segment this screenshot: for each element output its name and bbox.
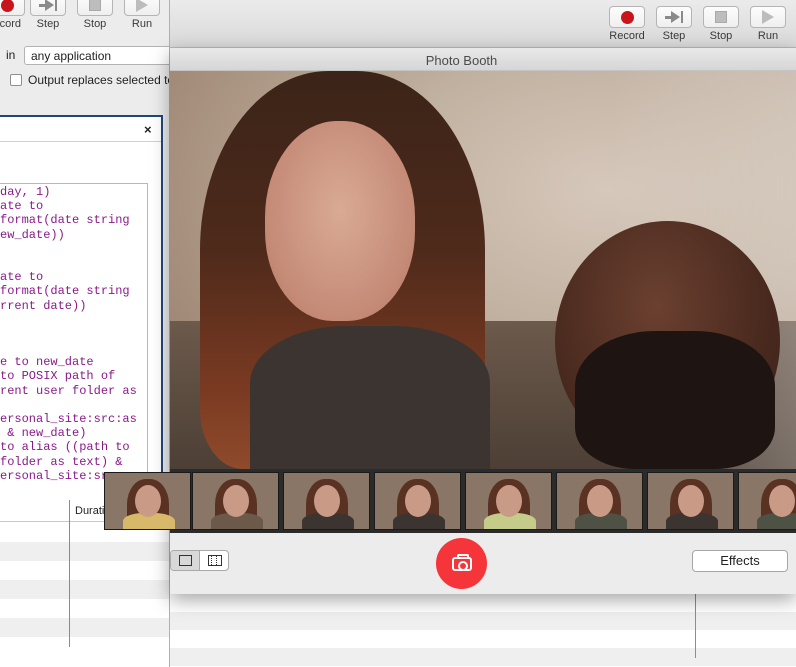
code-line: day, 1) <box>0 185 51 199</box>
bg-run-button[interactable] <box>750 6 786 28</box>
photo-thumbnail[interactable] <box>556 472 643 530</box>
table-row <box>0 618 169 637</box>
title-bar[interactable]: Photo Booth <box>170 48 796 71</box>
photo-thumbnail[interactable] <box>192 472 279 530</box>
target-prefix: in <box>6 48 16 62</box>
step-button[interactable] <box>30 0 66 16</box>
background-log-table <box>170 594 796 667</box>
person-sweater <box>250 326 490 469</box>
thumbnail-face <box>314 485 340 517</box>
script-editor-window: Record Step Stop Run in any application … <box>0 0 170 667</box>
person-face <box>265 121 415 321</box>
view-mode-toggle <box>170 550 229 571</box>
code-line: e to new_date <box>0 355 94 370</box>
bg-stop-button[interactable] <box>703 6 739 28</box>
target-application-select[interactable]: any application <box>24 46 169 65</box>
second-person-beard <box>575 331 775 469</box>
effects-button[interactable]: Effects <box>692 550 788 572</box>
single-view-icon <box>178 555 192 566</box>
column-divider[interactable] <box>69 500 70 647</box>
target-application-row: in any application <box>0 44 169 66</box>
take-photo-button[interactable] <box>436 538 487 589</box>
stop-icon <box>89 0 101 11</box>
script-document-panel: × day, 1) ate to format(date string ew_date… <box>0 115 163 509</box>
output-replaces-label: Output replaces selected text <box>28 73 170 87</box>
camera-icon <box>451 553 472 571</box>
code-line: ersonal_site:src:as <box>0 412 137 426</box>
bg-step-button[interactable] <box>656 6 692 28</box>
code-line: format(date string <box>0 213 130 228</box>
record-icon <box>0 0 14 12</box>
photo-booth-controls: Effects <box>170 533 796 594</box>
code-line: & new_date) <box>0 426 87 441</box>
run-button[interactable] <box>124 0 160 16</box>
thumbnail-face <box>587 485 613 517</box>
filmstrip-icon <box>207 555 222 566</box>
column-divider[interactable] <box>695 594 696 658</box>
code-line: folder as text) & <box>0 454 123 469</box>
photo-thumbnail[interactable] <box>738 472 796 530</box>
table-row <box>170 648 796 666</box>
run-label: Run <box>131 18 153 30</box>
thumbnail-face <box>223 485 249 517</box>
photo-thumbnail[interactable] <box>647 472 734 530</box>
strip-view-button[interactable] <box>200 551 228 570</box>
record-icon <box>620 10 634 24</box>
code-line: format(date string <box>0 284 130 299</box>
single-view-button[interactable] <box>171 551 200 570</box>
camera-preview <box>170 71 796 469</box>
script-code-area[interactable]: day, 1) ate to format(date string ew_date))… <box>0 183 148 509</box>
code-line: rrent date)) <box>0 298 87 313</box>
window-title: Photo Booth <box>425 53 498 68</box>
output-option-row: Output replaces selected text <box>10 73 170 89</box>
run-icon <box>136 0 148 12</box>
divider <box>0 141 161 142</box>
record-button[interactable] <box>0 0 25 16</box>
photo-thumbnail[interactable] <box>283 472 370 530</box>
thumbnail-face <box>405 485 431 517</box>
step-icon <box>665 11 683 23</box>
code-line: ew_date)) <box>0 227 65 242</box>
bg-record-button[interactable] <box>609 6 645 28</box>
run-icon <box>762 10 774 24</box>
code-line: ate to <box>0 199 44 214</box>
stop-button[interactable] <box>77 0 113 16</box>
stop-icon <box>715 11 727 23</box>
thumbnail-face <box>769 485 795 517</box>
photo-booth-window: Photo Booth Effects <box>104 48 796 594</box>
thumbnail-face <box>135 485 161 517</box>
code-line: rent user folder as <box>0 383 137 398</box>
code-line: to POSIX path of <box>0 369 116 384</box>
thumbnail-face <box>496 485 522 517</box>
thumbnail-face <box>678 485 704 517</box>
photo-thumbnail[interactable] <box>465 472 552 530</box>
step-icon <box>39 0 57 11</box>
close-icon[interactable]: × <box>144 122 152 137</box>
script-toolbar: Record Step Stop Run <box>0 0 169 40</box>
table-row <box>0 580 169 599</box>
photo-thumbnail[interactable] <box>104 472 191 530</box>
script-code: day, 1) ate to format(date string ew_date))… <box>0 185 137 508</box>
table-row <box>170 612 796 630</box>
code-line: to alias ((path to <box>0 440 130 455</box>
background-script-toolbar: Record Step Stop Run <box>170 0 796 48</box>
photo-thumbnail[interactable] <box>374 472 461 530</box>
bg-run-label: Run <box>757 30 779 42</box>
table-row <box>0 542 169 561</box>
output-replaces-checkbox[interactable] <box>10 74 22 86</box>
code-line: ate to <box>0 270 44 285</box>
thumbnail-strip <box>104 469 796 533</box>
